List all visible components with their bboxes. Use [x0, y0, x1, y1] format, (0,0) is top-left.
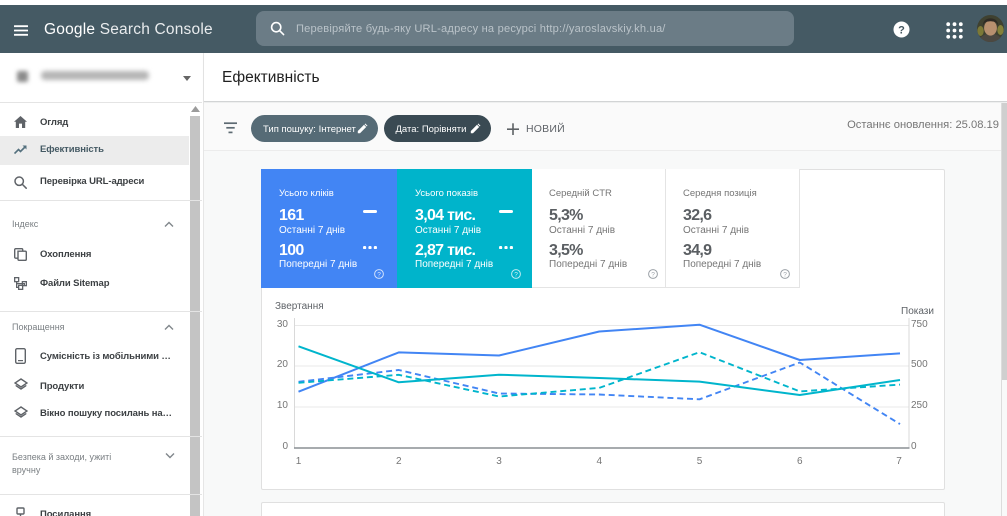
svg-text:?: ?	[377, 271, 381, 278]
svg-text:?: ?	[514, 271, 518, 278]
svg-text:?: ?	[898, 25, 905, 37]
svg-text:?: ?	[783, 271, 787, 278]
svg-text:?: ?	[651, 271, 655, 278]
